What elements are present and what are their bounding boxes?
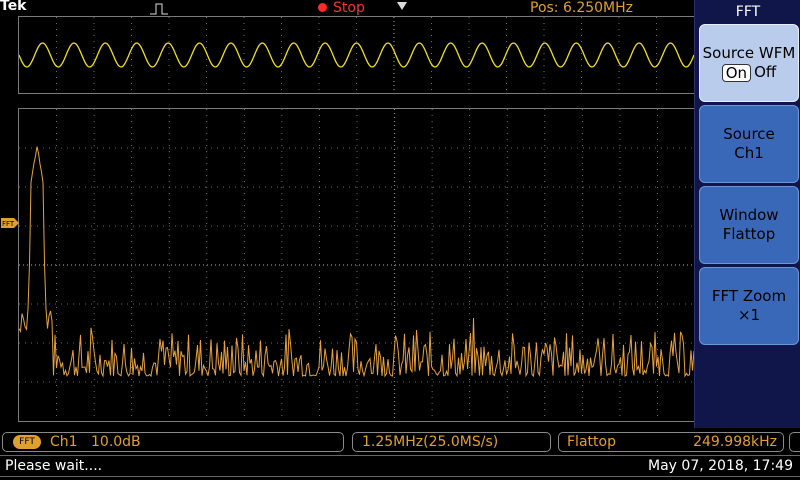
menu-title: FFT (735, 4, 761, 20)
fft-zoom-button[interactable]: FFT Zoom ×1 (699, 267, 799, 345)
top-status-bar: Tek Stop Pos: 6.250MHz (0, 0, 694, 17)
fft-info-panel[interactable]: Flattop 249.998kHz (558, 432, 784, 452)
source-wfm-off-option: Off (754, 63, 777, 81)
channel-scale: 10.0dB (91, 434, 141, 450)
fft-marker-label: FFT (2, 220, 15, 228)
fft-window-type: Flattop (567, 434, 616, 450)
source-wfm-toggle: On Off (721, 63, 777, 82)
source-waveform-screen (18, 16, 695, 94)
channel-info-panel[interactable]: FFT Ch1 10.0dB (2, 432, 344, 452)
fft-badge: FFT (13, 435, 41, 449)
fft-side-menu: FFT Source WFM On Off Source Ch1 Window … (694, 0, 800, 428)
fft-zoom-value: ×1 (737, 306, 761, 324)
window-label: Window (719, 206, 779, 224)
source-label: Source (723, 125, 775, 143)
status-message: Please wait.... (5, 458, 103, 474)
status-bar: Please wait.... May 07, 2018, 17:49 (0, 455, 800, 477)
trigger-edge-icon (150, 3, 168, 15)
fft-spectrum-screen (18, 108, 696, 422)
fft-zoom-label: FFT Zoom (711, 287, 787, 305)
source-button[interactable]: Source Ch1 (699, 105, 799, 183)
window-button[interactable]: Window Flattop (699, 186, 799, 264)
trigger-position-marker-icon (397, 2, 407, 10)
brand-logo: Tek (0, 0, 27, 14)
timebase-info-panel[interactable]: 1.25MHz(25.0MS/s) (352, 432, 551, 452)
channel-label: Ch1 (50, 434, 78, 450)
fft-graticule (19, 109, 695, 421)
source-wfm-button[interactable]: Source WFM On Off (699, 24, 799, 102)
date-time: May 07, 2018, 17:49 (648, 458, 793, 474)
source-wfm-label: Source WFM (702, 44, 796, 62)
fft-frequency: 249.998kHz (693, 434, 777, 450)
source-waveform-trace (19, 42, 694, 68)
window-value: Flattop (722, 225, 776, 243)
source-value: Ch1 (734, 144, 764, 162)
fft-reference-marker-icon[interactable]: FFT (0, 217, 20, 229)
span-sample-rate: 1.25MHz(25.0MS/s) (362, 434, 499, 450)
extra-info-panel[interactable] (789, 432, 800, 452)
source-wfm-on-option: On (721, 63, 752, 82)
run-status[interactable]: Stop (333, 0, 365, 16)
fft-spectrum-trace (19, 146, 695, 378)
source-graticule (56, 17, 657, 93)
horizontal-position: Pos: 6.250MHz (530, 0, 634, 16)
run-state-dot-icon (318, 3, 327, 12)
